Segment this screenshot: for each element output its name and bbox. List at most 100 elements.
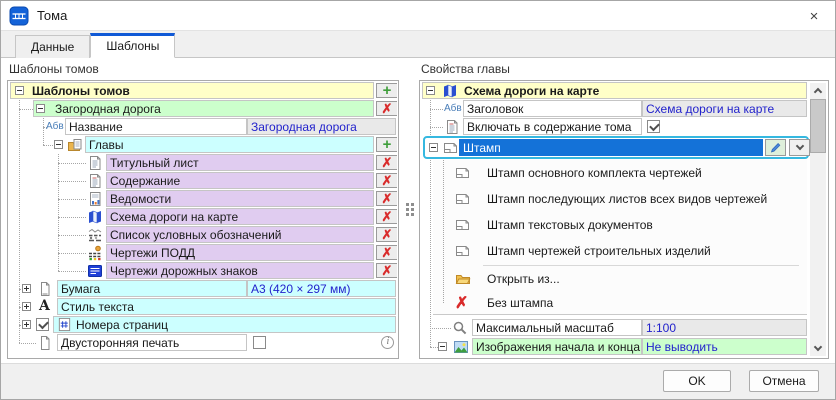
chapter-label: Список условных обозначений — [110, 228, 281, 242]
scroll-down-icon[interactable] — [810, 341, 826, 356]
delete-chapter-button[interactable] — [376, 245, 397, 260]
expand-expander[interactable] — [22, 320, 31, 329]
delete-chapter-button[interactable] — [376, 263, 397, 278]
tree-row-chapter[interactable]: Список условных обозначений — [9, 226, 397, 244]
property-label: Название — [69, 120, 123, 134]
property-value[interactable]: Схема дороги на карте — [646, 102, 774, 116]
ok-button[interactable]: OK — [663, 370, 731, 392]
no-stamp-option[interactable]: Без штампа — [433, 291, 807, 315]
tree-row-text-style[interactable]: Стиль текста — [9, 298, 397, 316]
open-folder-icon — [455, 271, 471, 287]
tab-data[interactable]: Данные — [15, 35, 90, 58]
property-value[interactable]: Не выводить — [646, 340, 718, 354]
delete-chapter-button[interactable] — [376, 191, 397, 206]
stamp-option-label: Штамп чертежей строительных изделий — [487, 244, 711, 258]
tree-row-chapters[interactable]: Главы — [9, 136, 397, 154]
include-in-contents-checkbox[interactable] — [647, 120, 660, 133]
chapter-label: Титульный лист — [110, 156, 199, 170]
templates-tab-page: Шаблоны томов Свойства главы — [1, 58, 835, 363]
property-label: Максимальный масштаб — [476, 321, 614, 335]
expand-expander[interactable] — [22, 284, 31, 293]
collapse-expander[interactable] — [36, 104, 45, 113]
page-numbers-checkbox[interactable] — [36, 318, 49, 331]
contents-icon — [444, 119, 460, 135]
chapter-root-label: Схема дороги на карте — [464, 84, 599, 98]
image-icon — [453, 339, 469, 355]
open-from-option[interactable]: Открыть из... — [433, 267, 807, 291]
volume-templates-tree: Шаблоны томов Загородная дорога Абв Назв… — [7, 80, 399, 359]
tree-row-title-property[interactable]: Абв Заголовок Схема дороги на карте — [421, 100, 827, 118]
tree-row-page-numbers[interactable]: Номера страниц — [9, 316, 397, 334]
stamp-icon — [455, 165, 471, 181]
add-chapter-button[interactable] — [376, 137, 397, 152]
tree-row-chapter[interactable]: Чертежи ПОДД — [9, 244, 397, 262]
tree-row-chapter[interactable]: Ведомости — [9, 190, 397, 208]
edit-stamp-button[interactable] — [765, 139, 786, 156]
stamp-option[interactable]: Штамп текстовых документов — [433, 212, 807, 238]
tree-row-chapter[interactable]: Титульный лист — [9, 154, 397, 172]
delete-chapter-button[interactable] — [376, 227, 397, 242]
chapter-properties-tree: Схема дороги на карте Абв Заголовок Схе — [419, 80, 829, 359]
stamp-icon — [455, 243, 471, 259]
collapse-expander[interactable] — [429, 143, 438, 152]
stamp-option[interactable]: Штамп чертежей строительных изделий — [433, 238, 807, 264]
tab-strip: Данные Шаблоны — [1, 31, 835, 58]
tree-row-templates-root[interactable]: Шаблоны томов — [9, 82, 397, 100]
scroll-up-icon[interactable] — [810, 83, 826, 98]
tab-templates[interactable]: Шаблоны — [90, 33, 175, 58]
delete-chapter-button[interactable] — [376, 173, 397, 188]
tree-row-paper[interactable]: Бумага А3 (420 × 297 мм) — [9, 280, 397, 298]
tree-row-volume-template[interactable]: Загородная дорога — [9, 100, 397, 118]
collapse-expander[interactable] — [438, 342, 447, 351]
chapter-label: Чертежи дорожных знаков — [110, 264, 258, 278]
cancel-button[interactable]: Отмена — [749, 370, 819, 392]
tree-row-chapter[interactable]: Схема дороги на карте — [9, 208, 397, 226]
delete-chapter-button[interactable] — [376, 155, 397, 170]
property-label: Двусторонняя печать — [61, 336, 179, 350]
close-icon[interactable]: × — [793, 1, 835, 31]
add-volume-template-button[interactable] — [376, 83, 397, 98]
stamp-option[interactable]: Штамп основного комплекта чертежей — [433, 160, 807, 186]
stamp-option-label: Штамп текстовых документов — [487, 218, 653, 232]
vertical-scrollbar[interactable] — [810, 83, 826, 356]
pencil-icon — [769, 141, 782, 154]
panel-splitter-handle[interactable] — [405, 198, 415, 220]
open-from-label: Открыть из... — [487, 272, 560, 286]
collapse-expander[interactable] — [15, 86, 24, 95]
tree-row-chapter-root[interactable]: Схема дороги на карте — [421, 82, 827, 100]
delete-volume-template-button[interactable] — [376, 101, 397, 116]
property-value[interactable]: А3 (420 × 297 мм) — [251, 282, 351, 296]
property-label: Заголовок — [467, 102, 523, 116]
tree-row-max-scale[interactable]: Максимальный масштаб 1:100 — [421, 319, 827, 337]
tree-row-include-in-contents[interactable]: Включать в содержание тома — [421, 118, 827, 136]
tree-row-stamp-selected[interactable]: Штамп — [421, 136, 827, 160]
scrollbar-thumb[interactable] — [810, 99, 826, 153]
property-value[interactable]: Загородная дорога — [251, 120, 357, 134]
stamp-option-label: Штамп последующих листов всех видов черт… — [487, 192, 767, 206]
stamp-icon — [455, 191, 471, 207]
legend-icon — [87, 227, 103, 243]
property-label: Бумага — [61, 282, 100, 296]
property-label: Номера страниц — [76, 318, 168, 332]
info-icon — [381, 336, 394, 349]
tree-row-start-end-images[interactable]: Изображения начала и конца Не выводить — [421, 338, 827, 356]
stamp-dropdown-button[interactable] — [789, 139, 810, 156]
duplex-icon — [37, 335, 53, 351]
tree-row-name-property[interactable]: Абв Название Загородная дорога — [9, 118, 397, 136]
title-sheet-icon — [87, 155, 103, 171]
collapse-expander[interactable] — [54, 140, 63, 149]
collapse-expander[interactable] — [426, 86, 435, 95]
tree-row-chapter[interactable]: Чертежи дорожных знаков — [9, 262, 397, 280]
paper-icon — [37, 281, 53, 297]
stamp-icon — [443, 140, 459, 156]
abc-icon: Абв — [46, 121, 64, 132]
tree-row-duplex-print[interactable]: Двусторонняя печать — [9, 334, 397, 352]
expand-expander[interactable] — [22, 302, 31, 311]
property-value[interactable]: 1:100 — [646, 321, 676, 335]
duplex-checkbox[interactable] — [253, 336, 266, 349]
map-icon — [442, 83, 458, 99]
tree-root-label: Шаблоны томов — [32, 84, 130, 98]
delete-chapter-button[interactable] — [376, 209, 397, 224]
stamp-option[interactable]: Штамп последующих листов всех видов черт… — [433, 186, 807, 212]
tree-row-chapter[interactable]: Содержание — [9, 172, 397, 190]
